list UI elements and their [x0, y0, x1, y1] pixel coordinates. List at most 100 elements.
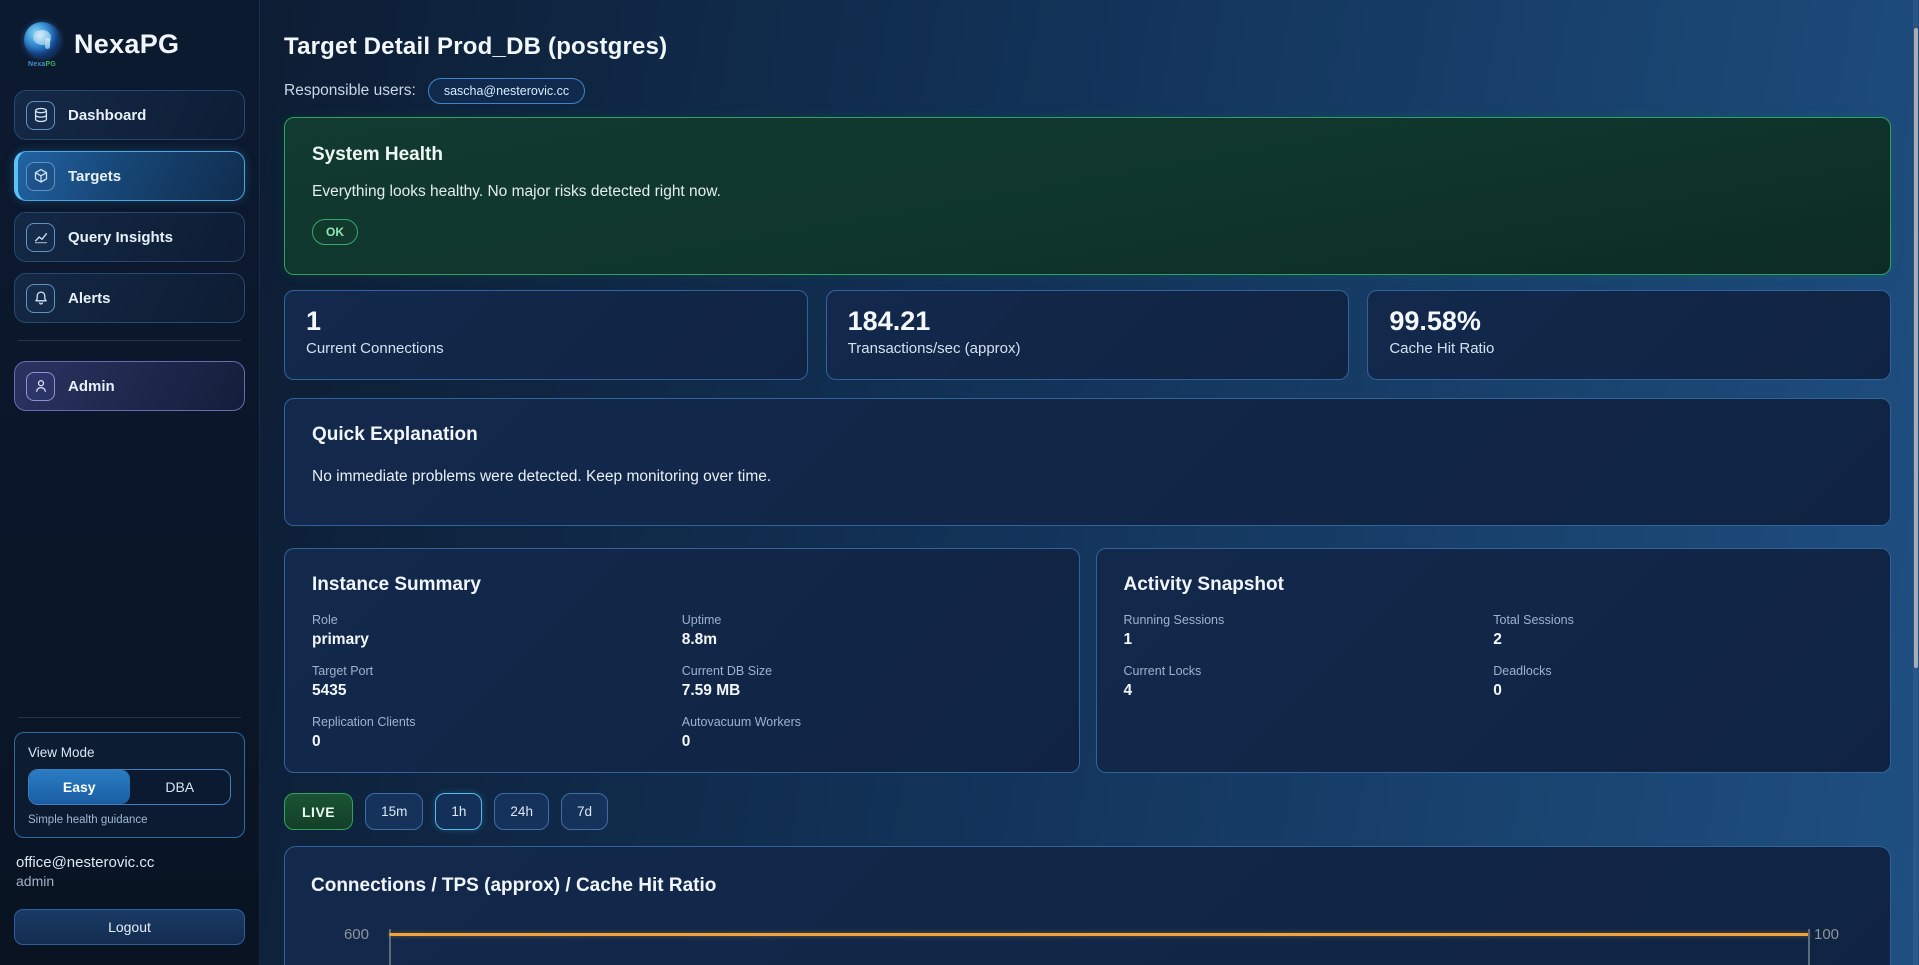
view-mode-option-easy[interactable]: Easy [29, 770, 130, 804]
view-mode-toggle: Easy DBA [28, 769, 231, 805]
field-value: 5435 [312, 682, 682, 700]
nexapg-logo-sphere [24, 22, 60, 58]
chart-title: Connections / TPS (approx) / Cache Hit R… [311, 875, 1864, 897]
sidebar: NexaPG NexaPG Dashboard Targets [0, 0, 260, 965]
system-health-message: Everything looks healthy. No major risks… [312, 183, 1863, 201]
sidebar-item-targets[interactable]: Targets [14, 151, 245, 201]
logo-caption-nexa: Nexa [28, 61, 46, 68]
sidebar-divider [18, 340, 241, 341]
main-content: Target Detail Prod_DB (postgres) Respons… [260, 0, 1919, 965]
stat-label: Transactions/sec (approx) [848, 340, 1328, 357]
range-button-1h[interactable]: 1h [435, 793, 482, 830]
database-icon [26, 101, 55, 130]
cache-hit-ratio-series-line [389, 933, 1810, 936]
metrics-chart-card: Connections / TPS (approx) / Cache Hit R… [284, 846, 1891, 965]
field-label: Running Sessions [1124, 613, 1494, 627]
responsible-user-badge[interactable]: sascha@nesterovic.cc [428, 78, 585, 104]
stat-value: 99.58% [1389, 306, 1869, 337]
field-label: Replication Clients [312, 715, 682, 729]
range-button-15m[interactable]: 15m [365, 793, 423, 830]
view-mode-label: View Mode [28, 745, 231, 760]
page-scrollbar-thumb[interactable] [1914, 28, 1918, 668]
field-target-port: Target Port 5435 [312, 664, 682, 700]
stats-row: 1 Current Connections 184.21 Transaction… [284, 290, 1891, 380]
field-value: 8.8m [682, 631, 1052, 649]
field-value: 7.59 MB [682, 682, 1052, 700]
field-value: 0 [682, 733, 1052, 751]
field-label: Uptime [682, 613, 1052, 627]
field-label: Deadlocks [1493, 664, 1863, 678]
activity-snapshot-fields: Running Sessions 1 Total Sessions 2 Curr… [1124, 613, 1864, 700]
sidebar-item-query-insights[interactable]: Query Insights [14, 212, 245, 262]
range-button-24h[interactable]: 24h [494, 793, 549, 830]
field-running-sessions: Running Sessions 1 [1124, 613, 1494, 649]
nexapg-app: NexaPG NexaPG Dashboard Targets [0, 0, 1919, 965]
field-label: Current Locks [1124, 664, 1494, 678]
view-mode-caption: Simple health guidance [28, 814, 231, 826]
system-health-title: System Health [312, 144, 1863, 166]
cube-icon [26, 162, 55, 191]
sidebar-item-admin[interactable]: Admin [14, 361, 245, 411]
stat-card-tps: 184.21 Transactions/sec (approx) [826, 290, 1350, 380]
field-replication-clients: Replication Clients 0 [312, 715, 682, 751]
field-uptime: Uptime 8.8m [682, 613, 1052, 649]
field-label: Autovacuum Workers [682, 715, 1052, 729]
field-db-size: Current DB Size 7.59 MB [682, 664, 1052, 700]
system-health-card: System Health Everything looks healthy. … [284, 117, 1891, 275]
responsible-users-row: Responsible users: sascha@nesterovic.cc [284, 78, 1891, 104]
field-value: 0 [312, 733, 682, 751]
field-label: Current DB Size [682, 664, 1052, 678]
line-chart-icon [26, 223, 55, 252]
logo-caption-pg: PG [46, 61, 57, 68]
instance-summary-title: Instance Summary [312, 574, 1052, 596]
sidebar-bottom-divider [18, 717, 241, 718]
stat-card-current-connections: 1 Current Connections [284, 290, 808, 380]
field-deadlocks: Deadlocks 0 [1493, 664, 1863, 700]
field-autovacuum-workers: Autovacuum Workers 0 [682, 715, 1052, 751]
live-button[interactable]: LIVE [284, 793, 353, 830]
field-value: 1 [1124, 631, 1494, 649]
sidebar-item-label: Query Insights [68, 229, 173, 246]
activity-snapshot-card: Activity Snapshot Running Sessions 1 Tot… [1096, 548, 1892, 773]
y-axis-left-tick: 600 [333, 926, 369, 943]
logout-button[interactable]: Logout [14, 909, 245, 945]
chart-plot-area: 600 100 [311, 924, 1864, 965]
time-range-controls: LIVE 15m 1h 24h 7d [284, 793, 1891, 830]
field-label: Target Port [312, 664, 682, 678]
nexapg-logo-caption: NexaPG [22, 61, 62, 68]
range-button-7d[interactable]: 7d [561, 793, 608, 830]
page-title: Target Detail Prod_DB (postgres) [284, 33, 1891, 61]
nexapg-logo-icon: NexaPG [22, 22, 62, 66]
brand: NexaPG NexaPG [22, 22, 241, 66]
bell-icon [26, 284, 55, 313]
person-icon [26, 372, 55, 401]
y-axis-right-line [1808, 929, 1810, 965]
field-value: primary [312, 631, 682, 649]
field-total-sessions: Total Sessions 2 [1493, 613, 1863, 649]
sidebar-item-label: Targets [68, 168, 121, 185]
sidebar-item-dashboard[interactable]: Dashboard [14, 90, 245, 140]
y-axis-right-tick: 100 [1814, 926, 1848, 943]
sidebar-item-label: Admin [68, 378, 115, 395]
summary-row: Instance Summary Role primary Uptime 8.8… [284, 548, 1891, 773]
responsible-users-label: Responsible users: [284, 82, 416, 100]
activity-snapshot-title: Activity Snapshot [1124, 574, 1864, 596]
field-value: 0 [1493, 682, 1863, 700]
sidebar-item-alerts[interactable]: Alerts [14, 273, 245, 323]
field-value: 4 [1124, 682, 1494, 700]
sidebar-item-label: Alerts [68, 290, 111, 307]
view-mode-option-dba[interactable]: DBA [130, 770, 231, 804]
field-role: Role primary [312, 613, 682, 649]
stat-value: 1 [306, 306, 786, 337]
health-status-badge: OK [312, 219, 358, 245]
sidebar-item-label: Dashboard [68, 107, 146, 124]
field-label: Role [312, 613, 682, 627]
user-role: admin [16, 873, 243, 889]
field-current-locks: Current Locks 4 [1124, 664, 1494, 700]
instance-summary-fields: Role primary Uptime 8.8m Target Port 543… [312, 613, 1052, 751]
stat-card-cache-hit-ratio: 99.58% Cache Hit Ratio [1367, 290, 1891, 380]
stat-value: 184.21 [848, 306, 1328, 337]
quick-explanation-card: Quick Explanation No immediate problems … [284, 398, 1891, 526]
quick-explanation-message: No immediate problems were detected. Kee… [312, 468, 1863, 486]
user-email: office@nesterovic.cc [16, 854, 243, 871]
